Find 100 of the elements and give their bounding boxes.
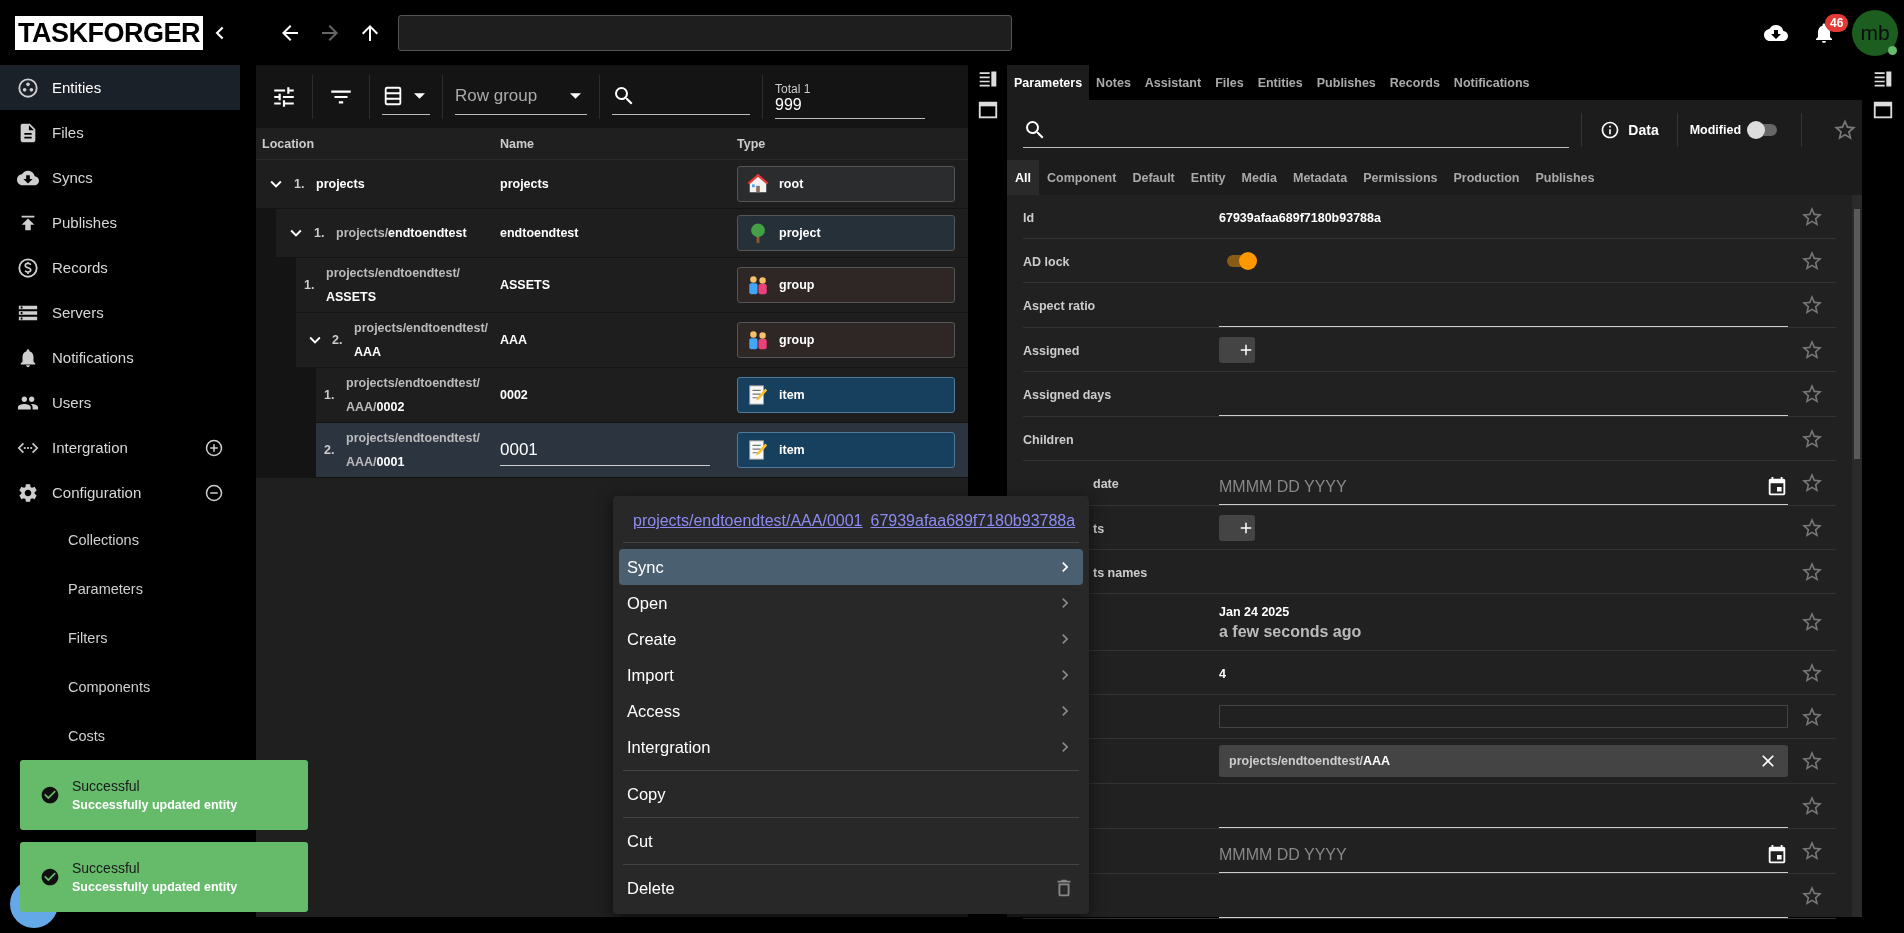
location-text: projects/endtoendtest <box>336 225 467 242</box>
sidebar-subitem[interactable]: Costs <box>0 711 240 760</box>
toggle-switch[interactable] <box>1749 124 1778 136</box>
id-link[interactable]: 67939afaa689f7180b93788a <box>870 512 1076 530</box>
panel-tab[interactable]: Entities <box>1250 65 1310 100</box>
window-icon <box>1872 99 1894 121</box>
sidebar-item[interactable]: Notifications <box>0 335 240 380</box>
window-icon <box>976 99 999 121</box>
panel-tab[interactable]: Records <box>1382 65 1447 100</box>
sidebar-item[interactable]: Records <box>0 245 240 290</box>
menu-item[interactable]: Open <box>619 585 1083 621</box>
favorite-button[interactable] <box>1800 382 1824 406</box>
row-number: 1. <box>314 226 326 240</box>
favorite-button[interactable] <box>1800 293 1824 317</box>
name-text: projects <box>500 177 549 191</box>
field-label: Assigned days <box>1023 388 1112 402</box>
tree-row[interactable]: 1. projects/endtoendtest endtoendtest project <box>276 209 968 258</box>
location-text: projects/endtoendtest/AAA <box>354 320 490 361</box>
menu-item[interactable]: Cut <box>619 823 1083 859</box>
column-header[interactable]: Location <box>256 136 500 151</box>
sidebar-item[interactable]: Files <box>0 110 240 155</box>
menu-item[interactable]: Create <box>619 621 1083 657</box>
sidebar-item[interactable]: Servers <box>0 290 240 335</box>
name-text: AAA <box>500 333 528 347</box>
gear-icon <box>17 481 39 504</box>
menu-item[interactable]: Delete <box>619 870 1083 906</box>
category-tab[interactable]: Component <box>1039 160 1125 195</box>
type-label: item <box>779 443 805 457</box>
favorite-button[interactable] <box>1800 839 1824 863</box>
favorite-button[interactable] <box>1800 884 1824 908</box>
field-label: ts names <box>1093 565 1148 580</box>
date-field[interactable]: MMMM DD YYYY <box>1219 845 1766 864</box>
calendar-icon <box>1766 843 1788 866</box>
star-outline-icon <box>1800 293 1824 317</box>
column-header[interactable]: Name <box>500 136 737 151</box>
category-tab[interactable]: Media <box>1233 160 1285 195</box>
input-field[interactable] <box>1219 705 1788 728</box>
menu-item[interactable]: Import <box>619 657 1083 693</box>
path-link[interactable]: projects/endtoendtest/AAA/0001 <box>633 512 863 530</box>
date-value: Jan 24 2025 <box>1219 604 1291 621</box>
collapse-sidebar-button[interactable] <box>215 25 224 40</box>
data-button[interactable]: Data <box>1594 114 1665 146</box>
row-group-select[interactable]: Row group <box>455 86 570 106</box>
add-button[interactable] <box>1219 336 1255 363</box>
tree-row[interactable]: 1. projects projects root <box>256 160 968 209</box>
sidebar-item[interactable]: Publishes <box>0 200 240 245</box>
total-field[interactable]: 999 <box>775 95 925 114</box>
expand-button[interactable] <box>204 437 224 458</box>
three-dots-circle-icon <box>17 76 39 99</box>
location-text: projects <box>316 176 365 193</box>
name-input[interactable]: 0001 <box>500 434 710 466</box>
plus-circle-icon <box>204 437 224 458</box>
category-tab[interactable]: Production <box>1445 160 1528 195</box>
chevron-left-icon <box>215 25 224 40</box>
scrollbar[interactable] <box>1852 195 1862 917</box>
panel-tab[interactable]: Publishes <box>1309 65 1383 100</box>
panel-tab[interactable]: Files <box>1208 65 1251 100</box>
tree-row[interactable]: 1. projects/endtoendtest/ASSETS ASSETS group <box>296 258 968 313</box>
star-outline-icon <box>1800 884 1824 908</box>
sidebar-subitem[interactable]: Collections <box>0 515 240 564</box>
sidebar-subitem[interactable]: Parameters <box>0 564 240 613</box>
category-tab[interactable]: Permissions <box>1355 160 1446 195</box>
category-tab[interactable]: Default <box>1124 160 1183 195</box>
type-label: project <box>779 226 821 240</box>
category-tab[interactable]: Metadata <box>1284 160 1356 195</box>
menu-item[interactable]: Sync <box>619 549 1083 585</box>
favorite-button[interactable] <box>1800 471 1824 495</box>
sidebar-subitem[interactable]: Filters <box>0 613 240 662</box>
category-tab[interactable]: Publishes <box>1527 160 1603 195</box>
sidebar-item[interactable]: Syncs <box>0 155 240 200</box>
sidebar-item[interactable]: Configuration <box>0 470 240 515</box>
favorite-button[interactable] <box>1800 749 1824 773</box>
field-label: AD lock <box>1023 254 1070 269</box>
panel-tab[interactable]: Assistant <box>1137 65 1209 100</box>
tree-row[interactable]: 2. projects/endtoendtest/AAA/0001 0001 item <box>316 423 968 478</box>
date-field[interactable]: MMMM DD YYYY <box>1219 477 1766 496</box>
menu-item[interactable]: Intergration <box>619 729 1083 765</box>
toast-title: Successful <box>72 778 141 794</box>
add-button[interactable] <box>1219 514 1255 541</box>
favorite-button[interactable] <box>1800 794 1824 818</box>
sidebar-item[interactable]: Entities <box>0 65 240 110</box>
panel-tab[interactable]: Notifications <box>1446 65 1537 100</box>
category-tab[interactable]: All <box>1007 160 1039 195</box>
people-icon <box>747 274 769 296</box>
tree-row[interactable]: 1. projects/endtoendtest/AAA/0002 0002 item <box>316 368 968 423</box>
sidebar-subitem[interactable]: Components <box>0 662 240 711</box>
menu-item[interactable]: Copy <box>619 776 1083 812</box>
expand-button[interactable] <box>204 482 224 503</box>
panel-tab[interactable]: Notes <box>1089 65 1138 100</box>
row-number: 2. <box>332 333 344 347</box>
category-tab[interactable]: Entity <box>1182 160 1234 195</box>
column-header[interactable]: Type <box>737 136 766 151</box>
favorite-button[interactable] <box>1800 610 1824 634</box>
toggle-switch[interactable] <box>1227 254 1255 267</box>
address-field[interactable] <box>398 14 1012 51</box>
sidebar-item[interactable]: Users <box>0 380 240 425</box>
tree-row[interactable]: 2. projects/endtoendtest/AAA AAA group <box>296 313 968 368</box>
sidebar-item[interactable]: Intergration <box>0 425 240 470</box>
panel-tab[interactable]: Parameters <box>1007 65 1090 100</box>
menu-item[interactable]: Access <box>619 693 1083 729</box>
